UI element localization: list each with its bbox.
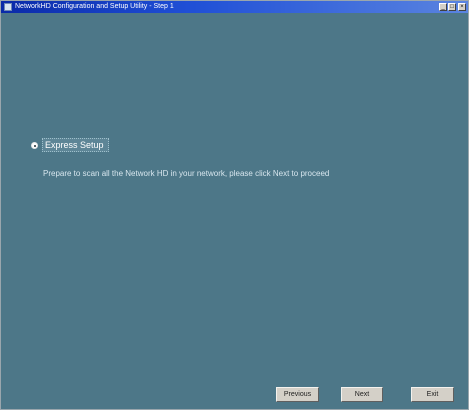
express-setup-radio[interactable] bbox=[31, 141, 38, 149]
minimize-button[interactable]: _ bbox=[439, 3, 447, 11]
next-button[interactable]: Next bbox=[341, 387, 383, 402]
setup-description: Prepare to scan all the Network HD in yo… bbox=[43, 169, 330, 178]
express-setup-label[interactable]: Express Setup bbox=[42, 138, 109, 152]
close-button[interactable]: × bbox=[458, 3, 466, 11]
setup-window: NetworkHD Configuration and Setup Utilit… bbox=[0, 0, 469, 410]
window-title: NetworkHD Configuration and Setup Utilit… bbox=[15, 3, 174, 10]
maximize-button[interactable]: □ bbox=[448, 3, 456, 11]
app-icon bbox=[4, 3, 12, 11]
exit-button[interactable]: Exit bbox=[411, 387, 454, 402]
express-setup-option[interactable]: Express Setup bbox=[31, 138, 109, 152]
title-bar[interactable]: NetworkHD Configuration and Setup Utilit… bbox=[1, 1, 468, 13]
previous-button[interactable]: Previous bbox=[276, 387, 319, 402]
